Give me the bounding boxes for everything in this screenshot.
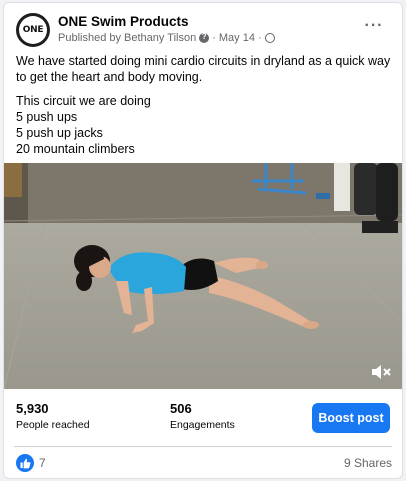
page-logo: ONE xyxy=(19,16,47,44)
post-insights: 5,930 People reached 506 Engagements Boo… xyxy=(4,389,402,441)
people-reached-label: People reached xyxy=(16,419,90,431)
avatar[interactable]: ONE xyxy=(16,13,50,47)
post-footer: 7 9 Shares xyxy=(4,449,402,477)
engagements-value: 506 xyxy=(170,401,192,416)
more-options-button[interactable]: ··· xyxy=(362,17,386,35)
published-by[interactable]: Published by Bethany Tilson xyxy=(58,32,196,44)
globe-icon xyxy=(264,33,275,43)
post-meta: Published by Bethany Tilson · May 14 · xyxy=(58,32,275,44)
post-text-line: 20 mountain climbers xyxy=(16,142,135,156)
mute-icon[interactable] xyxy=(370,363,392,381)
info-icon[interactable] xyxy=(199,32,210,43)
boost-post-button[interactable]: Boost post xyxy=(312,403,390,433)
video-frame xyxy=(4,163,402,389)
meta-separator-2: · xyxy=(257,32,262,44)
more-icon: ··· xyxy=(364,17,384,34)
post-text-line: 5 push ups xyxy=(16,110,78,124)
avatar-text: ONE xyxy=(22,25,44,35)
like-icon[interactable] xyxy=(16,454,34,472)
people-reached-value: 5,930 xyxy=(16,401,49,416)
post-text-line: 5 push up jacks xyxy=(16,126,103,140)
shares-count[interactable]: 9 Shares xyxy=(344,456,392,470)
post-header: ONE ONE Swim Products Published by Betha… xyxy=(16,13,392,51)
reaction-count[interactable]: 7 xyxy=(39,456,46,470)
engagements-label: Engagements xyxy=(170,419,235,431)
meta-separator: · xyxy=(212,32,216,44)
post-text-line: We have started doing mini cardio circui… xyxy=(16,54,391,84)
engagements[interactable]: 506 Engagements xyxy=(170,401,235,431)
video-player[interactable] xyxy=(4,163,402,389)
divider xyxy=(14,446,392,447)
post-date[interactable]: May 14 xyxy=(219,32,255,44)
post-text: We have started doing mini cardio circui… xyxy=(16,53,392,157)
post-card: ONE ONE Swim Products Published by Betha… xyxy=(3,2,403,479)
people-reached[interactable]: 5,930 People reached xyxy=(16,401,90,431)
post-text-line: This circuit we are doing xyxy=(16,94,151,108)
page-name[interactable]: ONE Swim Products xyxy=(58,14,189,29)
